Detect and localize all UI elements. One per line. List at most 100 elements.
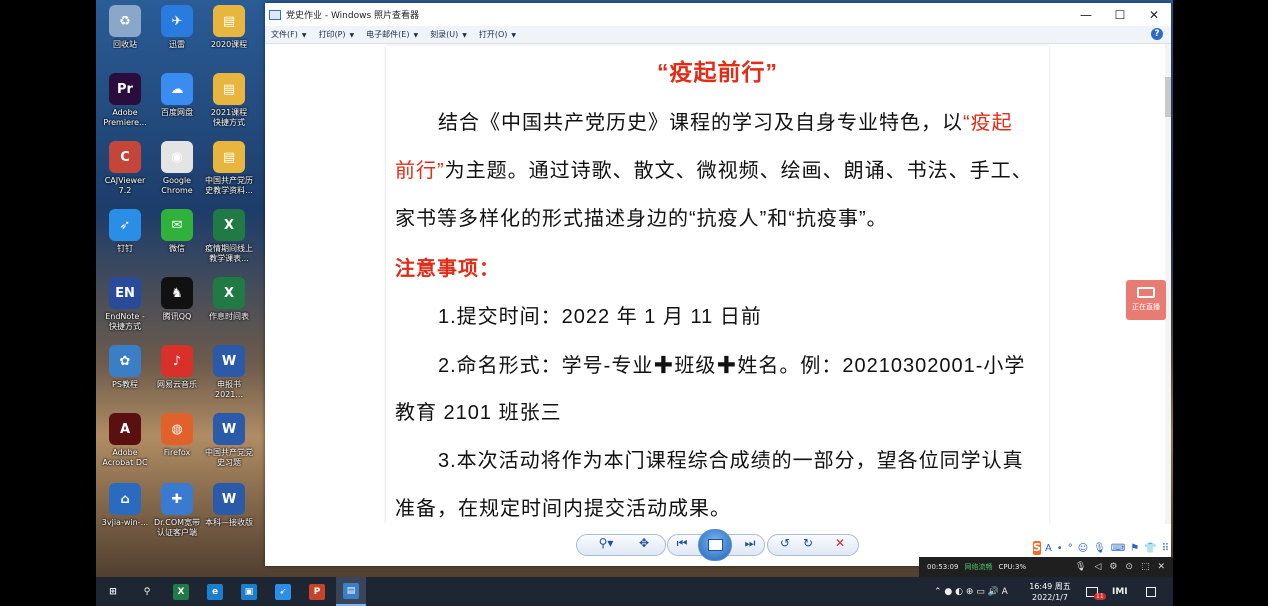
desktop-icon-label: 微信 bbox=[169, 244, 185, 253]
photo-viewer-icon: ▤ bbox=[343, 582, 359, 599]
ime-punct-icon[interactable]: • bbox=[1057, 543, 1063, 554]
taskbar-remote[interactable]: ▣ bbox=[234, 577, 264, 606]
taskbar-dingtalk[interactable]: ➶ bbox=[268, 577, 298, 606]
fit-window-icon[interactable]: ✥ bbox=[635, 536, 653, 550]
desktop-icon-label: CAJViewer 7.2 bbox=[104, 176, 146, 195]
rotate-ccw-icon[interactable]: ↺ bbox=[776, 536, 794, 550]
scrollbar-thumb[interactable] bbox=[1165, 77, 1171, 117]
desktop-icon[interactable]: W 本科—接收版 bbox=[202, 483, 256, 528]
menu-print[interactable]: 打印(P) ▼ bbox=[318, 29, 354, 40]
desktop-icon-label: 钉钉 bbox=[117, 244, 133, 253]
desktop-icon-label: 网易云音乐 bbox=[157, 380, 197, 389]
desktop-icon[interactable]: ➶ 钉钉 bbox=[98, 209, 152, 254]
ime-toolbar[interactable]: S A • ° ☺ 🎙 ⌨ ⚑ 👕 ⠿ bbox=[1030, 540, 1169, 556]
delete-icon[interactable]: ✕ bbox=[831, 536, 849, 550]
speaker-icon[interactable]: ◁ bbox=[1094, 562, 1101, 572]
taskbar-search[interactable]: ⚲ bbox=[132, 577, 162, 606]
show-desktop-icon[interactable] bbox=[1146, 577, 1156, 606]
slideshow-button[interactable] bbox=[698, 529, 732, 561]
rotate-cw-icon[interactable]: ↻ bbox=[799, 536, 817, 550]
minimize-button[interactable]: — bbox=[1069, 3, 1103, 26]
desktop-icon-label: 本科—接收版 bbox=[205, 518, 253, 527]
taskbar-powerpoint[interactable]: P bbox=[302, 577, 332, 606]
item2-text-b: 班级 bbox=[674, 355, 717, 377]
app-icon: ➶ bbox=[109, 209, 141, 241]
desktop-icon-label: 中国共产党党 史习题 bbox=[205, 448, 253, 467]
screen-icon[interactable]: ⬚ bbox=[1141, 562, 1150, 572]
menu-print-label: 打印(P) bbox=[318, 30, 346, 39]
para1-text: 结合《中国共产党历史》课程的学习及自身专业特色，以 bbox=[438, 112, 963, 134]
item2-text-c: 姓名。例：20210302001-小学 bbox=[737, 355, 1026, 377]
notification-icon[interactable]: 11 bbox=[1086, 577, 1106, 606]
system-tray-icons[interactable]: ⌃ ● ◐ ⊕ ▭ 🔊 A bbox=[934, 577, 1008, 606]
network-status: 网络流畅 bbox=[964, 563, 993, 571]
tray-imi-icon[interactable]: IMI bbox=[1112, 577, 1128, 606]
chevron-down-icon: ▼ bbox=[413, 32, 419, 39]
desktop-icon[interactable]: X 作息时间表 bbox=[202, 277, 256, 322]
ime-mode-icon[interactable]: A bbox=[1045, 543, 1052, 554]
desktop-icon[interactable]: ✿ PS教程 bbox=[98, 345, 152, 390]
ime-voice-icon[interactable]: 🎙 bbox=[1093, 543, 1106, 554]
desktop-icon-label: 疫情期间线上 教学课表... bbox=[205, 244, 253, 263]
desktop-icon[interactable]: ▤ 2020课程 bbox=[202, 5, 256, 50]
ime-grid-icon[interactable]: ⠿ bbox=[1162, 543, 1169, 554]
menu-burn[interactable]: 刻录(U) ▼ bbox=[430, 29, 467, 40]
note-item-1: 1.提交时间：2022 年 1 月 11 日前 bbox=[438, 306, 762, 328]
previous-icon[interactable]: ⏮ bbox=[673, 536, 691, 551]
desktop-icon[interactable]: ✉ 微信 bbox=[150, 209, 204, 254]
menu-burn-label: 刻录(U) bbox=[430, 30, 459, 39]
title-bar[interactable]: 党史作业 - Windows 照片查看器 — ☐ ✕ bbox=[265, 3, 1171, 26]
desktop-icon[interactable]: ◉ Google Chrome bbox=[150, 141, 204, 196]
camera-icon bbox=[1137, 287, 1155, 298]
next-icon[interactable]: ⏭ bbox=[741, 536, 759, 551]
taskbar-start[interactable]: ⊞ bbox=[98, 577, 128, 606]
settings-icon[interactable]: ⚙ bbox=[1109, 562, 1117, 572]
sogou-ime-icon[interactable]: S bbox=[1033, 541, 1041, 555]
desktop-icon[interactable]: W 申报书 2021... bbox=[202, 345, 256, 400]
ime-emoji-icon[interactable]: ☺ bbox=[1078, 543, 1088, 554]
ime-degree-icon[interactable]: ° bbox=[1068, 543, 1073, 554]
para2-highlight: 前行” bbox=[395, 160, 445, 182]
chevron-down-icon: ▼ bbox=[511, 32, 516, 39]
desktop-icon[interactable]: ✚ Dr.COM宽带 认证客户端 bbox=[150, 483, 204, 538]
desktop-icon[interactable]: ♞ 腾讯QQ bbox=[150, 277, 204, 322]
microphone-icon[interactable]: 🎙 bbox=[1075, 562, 1086, 572]
desktop-icon[interactable]: ▤ 中国共产党历 史教学资料... bbox=[202, 141, 256, 196]
desktop-icon[interactable]: ♪ 网易云音乐 bbox=[150, 345, 204, 390]
desktop-icon[interactable]: W 中国共产党党 史习题 bbox=[202, 413, 256, 468]
ime-keyboard-icon[interactable]: ⌨ bbox=[1111, 543, 1125, 554]
desktop-icon[interactable]: ⌂ 3vjia-win-... bbox=[98, 483, 152, 528]
desktop-icon[interactable]: ✈ 迅雷 bbox=[150, 5, 204, 50]
desktop-icon[interactable]: C CAJViewer 7.2 bbox=[98, 141, 152, 196]
desktop-box-icon bbox=[1146, 586, 1156, 597]
menu-open[interactable]: 打开(O) ▼ bbox=[479, 29, 516, 40]
taskbar-edge[interactable]: e bbox=[200, 577, 230, 606]
desktop-icon[interactable]: Pr Adobe Premiere... bbox=[98, 73, 152, 128]
para2-text: 为主题。通过诗歌、散文、微视频、绘画、朗诵、书法、手工、 bbox=[444, 160, 1033, 182]
desktop-icon[interactable]: ◍ Firefox bbox=[150, 413, 204, 458]
taskbar-photo-viewer[interactable]: ▤ bbox=[336, 577, 366, 606]
desktop-icon[interactable]: ☁ 百度网盘 bbox=[150, 73, 204, 118]
menu-file[interactable]: 文件(F) ▼ bbox=[271, 29, 306, 40]
app-icon: ✉ bbox=[161, 209, 193, 241]
close-icon[interactable]: ✕ bbox=[1157, 562, 1165, 572]
desktop-icon[interactable]: A Adobe Acrobat DC bbox=[98, 413, 152, 468]
zoom-icon[interactable]: ⚲▾ bbox=[594, 536, 618, 550]
desktop-icon[interactable]: ♻ 回收站 bbox=[98, 5, 152, 50]
ime-flag-icon[interactable]: ⚑ bbox=[1130, 543, 1139, 554]
help-icon[interactable]: ? bbox=[1151, 28, 1163, 40]
app-icon: ✈ bbox=[161, 5, 193, 37]
desktop-icon[interactable]: EN EndNote - 快捷方式 bbox=[98, 277, 152, 332]
desktop-icon[interactable]: ▤ 2021课程 快捷方式 bbox=[202, 73, 256, 128]
menu-email[interactable]: 电子邮件(E) ▼ bbox=[366, 29, 418, 40]
desktop-icon-label: 百度网盘 bbox=[161, 108, 193, 117]
clock[interactable]: 16:49 周五 2022/1/7 bbox=[1024, 581, 1076, 603]
taskbar-excel[interactable]: X bbox=[166, 577, 196, 606]
desktop-icon-label: 作息时间表 bbox=[209, 312, 249, 321]
maximize-button[interactable]: ☐ bbox=[1103, 3, 1137, 26]
ime-skin-icon[interactable]: 👕 bbox=[1144, 543, 1156, 554]
close-button[interactable]: ✕ bbox=[1137, 3, 1171, 26]
desktop-icon[interactable]: X 疫情期间线上 教学课表... bbox=[202, 209, 256, 264]
live-streaming-widget[interactable]: 正在直播 bbox=[1126, 280, 1166, 320]
record-icon[interactable]: ⊙ bbox=[1125, 562, 1133, 572]
